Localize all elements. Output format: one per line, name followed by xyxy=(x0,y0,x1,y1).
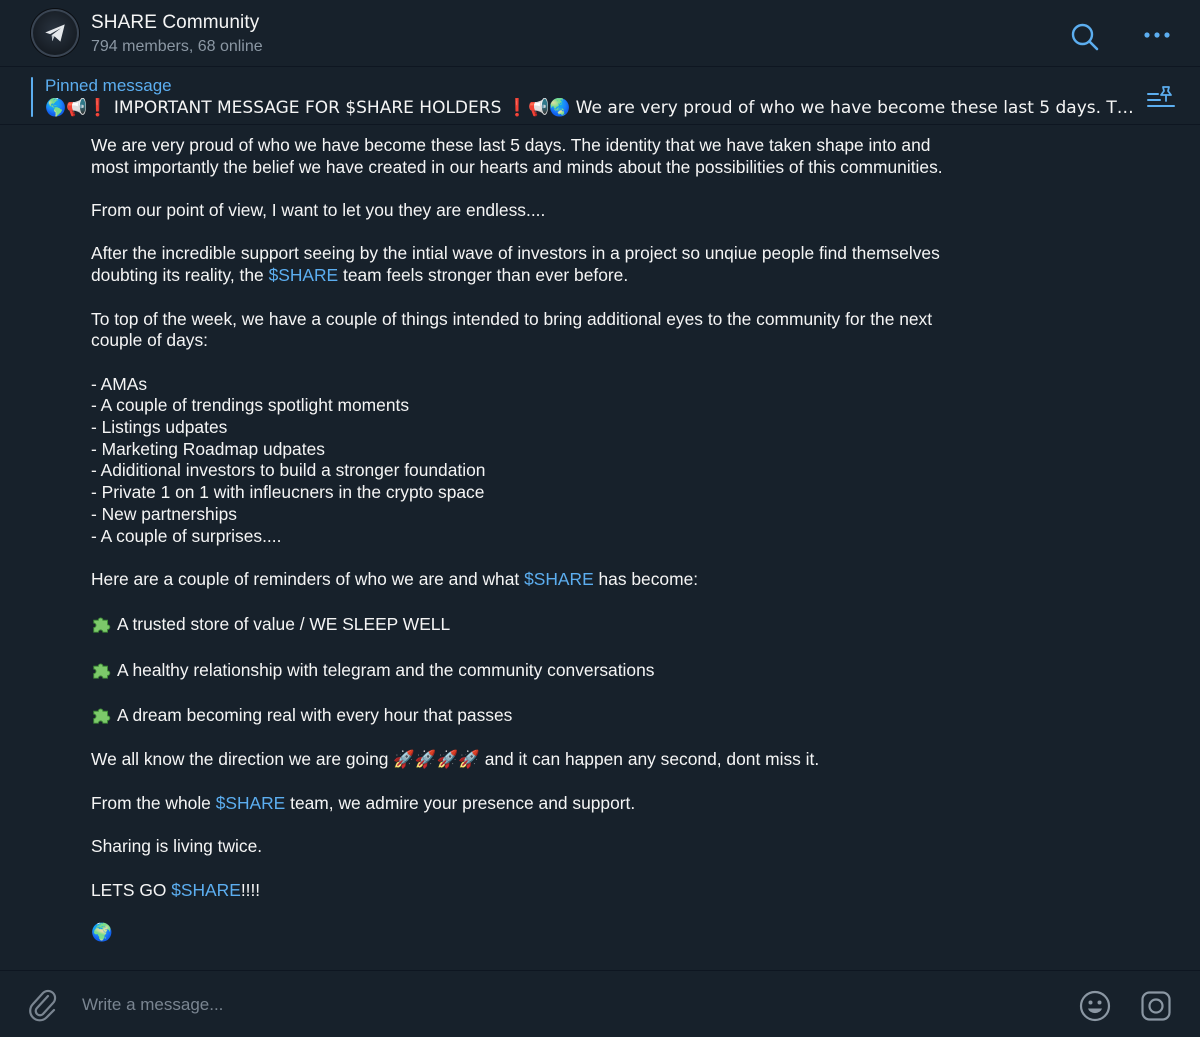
telegram-plane-icon xyxy=(45,24,65,42)
message-paragraph: Here are a couple of reminders of who we… xyxy=(91,568,699,589)
list-item: - A couple of surprises.... xyxy=(91,525,282,546)
reminder-item: A dream becoming real with every hour th… xyxy=(91,703,971,727)
emoji-smile-icon xyxy=(1079,990,1111,1022)
paperclip-icon xyxy=(29,989,57,1022)
puzzle-piece-icon xyxy=(91,658,117,682)
pinned-label: Pinned message xyxy=(45,76,172,95)
chat-member-count: 794 members, 68 online xyxy=(91,38,263,55)
share-hashtag-link[interactable]: $SHARE xyxy=(171,880,241,900)
more-dots-icon xyxy=(1144,32,1170,38)
message-paragraph: To top of the week, we have a couple of … xyxy=(91,308,933,351)
pinned-preview-text: 🌎📢❗ IMPORTANT MESSAGE FOR $SHARE HOLDERS… xyxy=(45,98,1135,118)
pinned-message-bar[interactable]: Pinned message 🌎📢❗ IMPORTANT MESSAGE FOR… xyxy=(0,68,1200,125)
message-list[interactable]: We are very proud of who we have become … xyxy=(0,126,1200,970)
message-input[interactable] xyxy=(82,991,1042,1019)
puzzle-piece-icon xyxy=(91,703,117,727)
list-item: - A couple of trendings spotlight moment… xyxy=(91,395,410,416)
list-item: - Listings udpates xyxy=(91,417,228,438)
share-hashtag-link[interactable]: $SHARE xyxy=(216,793,286,813)
group-avatar[interactable] xyxy=(31,9,79,57)
camera-button[interactable] xyxy=(1139,989,1173,1023)
message-paragraph: We all know the direction we are going 🚀… xyxy=(91,748,820,770)
globe-emoji: 🌍 xyxy=(91,923,113,944)
message-paragraph: From the whole $SHARE team, we admire yo… xyxy=(91,792,636,813)
message-paragraph: LETS GO $SHARE!!!! xyxy=(91,879,261,900)
pinned-accent-bar xyxy=(31,77,33,117)
list-item: - Adiditional investors to build a stron… xyxy=(91,460,486,481)
search-icon xyxy=(1071,23,1099,51)
message-paragraph: From our point of view, I want to let yo… xyxy=(91,200,546,221)
message-composer xyxy=(0,970,1200,1037)
pinned-list-button[interactable] xyxy=(1146,84,1176,110)
share-hashtag-link[interactable]: $SHARE xyxy=(269,265,339,285)
instagram-camera-icon xyxy=(1141,991,1171,1021)
message-paragraph: We are very proud of who we have become … xyxy=(91,135,943,177)
message-bubble[interactable]: We are very proud of who we have become … xyxy=(91,135,971,945)
reminder-item: A trusted store of value / WE SLEEP WELL xyxy=(91,612,971,636)
message-paragraph: After the incredible support seeing by t… xyxy=(91,243,940,286)
list-item: - Marketing Roadmap udpates xyxy=(91,438,325,459)
list-item: - AMAs xyxy=(91,373,148,394)
rocket-emojis: 🚀🚀🚀🚀 xyxy=(393,749,480,770)
list-item: - Private 1 on 1 with infleucners in the… xyxy=(91,482,485,503)
chat-header: SHARE Community 794 members, 68 online xyxy=(0,0,1200,67)
puzzle-piece-icon xyxy=(91,612,117,636)
chat-title[interactable]: SHARE Community xyxy=(91,12,259,34)
attach-button[interactable] xyxy=(26,988,60,1022)
emoji-button[interactable] xyxy=(1078,989,1112,1023)
search-button[interactable] xyxy=(1068,20,1102,54)
reminder-item: A healthy relationship with telegram and… xyxy=(91,658,971,682)
share-hashtag-link[interactable]: $SHARE xyxy=(524,569,594,589)
more-options-button[interactable] xyxy=(1140,20,1174,50)
pinned-list-icon xyxy=(1147,86,1175,107)
list-item: - New partnerships xyxy=(91,503,237,524)
message-paragraph: Sharing is living twice. xyxy=(91,836,263,857)
